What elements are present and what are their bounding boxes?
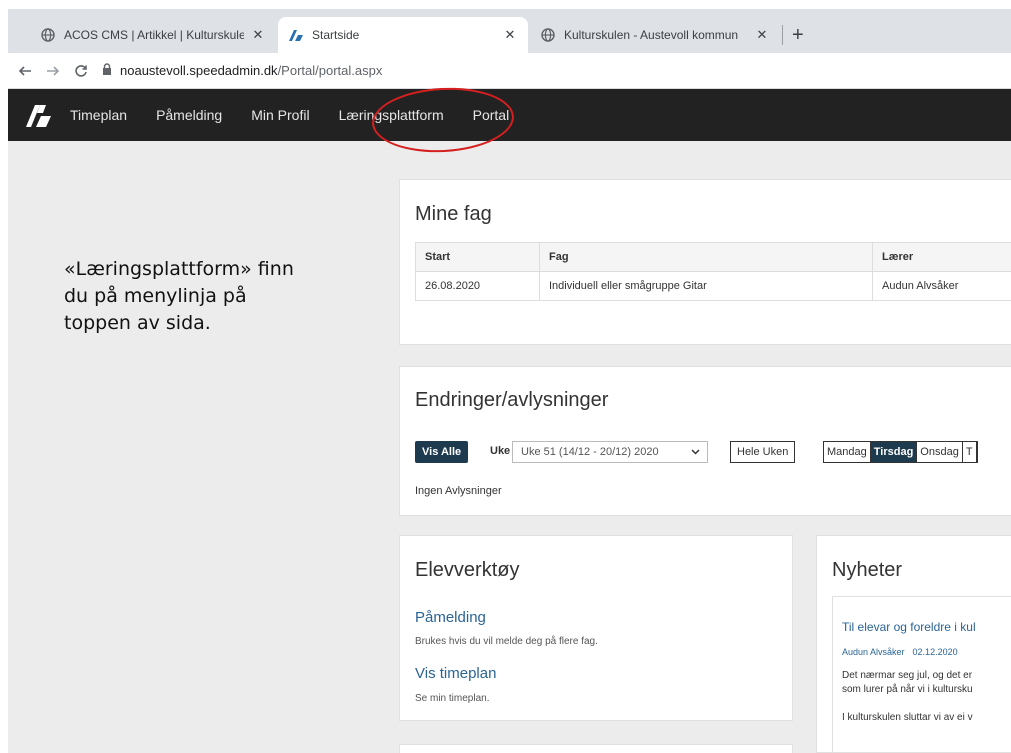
callout-line: «Læringsplattform» finn <box>64 258 294 280</box>
mine-fag-card: Mine fag Start Fag Lærer 26.08.2020 Indi… <box>399 179 1011 345</box>
back-arrow-icon[interactable] <box>14 60 36 82</box>
news-item: Til elevar og foreldre i kul Audun Alvså… <box>832 596 1011 753</box>
vis-alle-button[interactable]: Vis Alle <box>415 441 469 463</box>
partial-card <box>399 744 793 753</box>
tab-title: Startside <box>312 28 360 42</box>
vis-timeplan-description: Se min timeplan. <box>415 693 490 704</box>
chevron-down-icon <box>691 442 700 470</box>
close-icon[interactable]: ✕ <box>250 27 266 43</box>
address-path: /Portal/portal.aspx <box>277 63 383 78</box>
table-row[interactable]: 26.08.2020 Individuell eller smågruppe G… <box>415 271 1011 301</box>
endringer-card: Endringer/avlysninger Vis Alle Uke Uke 5… <box>399 366 1011 516</box>
nav-item-pamelding[interactable]: Påmelding <box>156 107 222 123</box>
nyheter-card: Nyheter Til elevar og foreldre i kul Aud… <box>816 535 1011 753</box>
pamelding-link[interactable]: Påmelding <box>415 609 486 626</box>
speedadmin-logo-icon[interactable] <box>24 101 52 129</box>
callout-line: toppen av sida. <box>64 312 211 334</box>
pamelding-description: Brukes hvis du vil melde deg på flere fa… <box>415 636 598 647</box>
week-select-value: Uke 51 (14/12 - 20/12) 2020 <box>521 446 659 458</box>
news-date: 02.12.2020 <box>912 647 958 657</box>
forward-arrow-icon[interactable] <box>42 60 64 82</box>
globe-icon <box>540 27 556 43</box>
column-header: Fag <box>539 242 873 272</box>
instruction-callout: «Læringsplattform» finn du på menylinja … <box>64 256 364 337</box>
column-header: Lærer <box>872 242 1011 272</box>
table-cell: Audun Alvsåker <box>872 271 1011 301</box>
news-text-line: Det nærmar seg jul, og det er <box>842 670 973 681</box>
address-bar[interactable]: noaustevoll.speedadmin.dk/Portal/portal.… <box>102 63 382 78</box>
card-title: Mine fag <box>415 203 492 225</box>
browser-tab-strip: ACOS CMS | Artikkel | Kulturskule ✕ Star… <box>8 9 1011 53</box>
browser-tab-startside[interactable]: Startside ✕ <box>278 17 528 53</box>
news-text-line: I kulturskulen sluttar vi av ei v <box>842 712 973 723</box>
card-title: Nyheter <box>832 559 903 581</box>
day-tab-tirsdag[interactable]: Tirsdag <box>870 442 918 462</box>
table-cell: 26.08.2020 <box>415 271 540 301</box>
new-tab-button[interactable]: + <box>792 25 804 45</box>
screenshot-frame: ACOS CMS | Artikkel | Kulturskule ✕ Star… <box>8 9 1011 753</box>
fag-table: Start Fag Lærer 26.08.2020 Individuell e… <box>415 242 1011 301</box>
tab-separator <box>782 25 783 45</box>
browser-tab-kulturskulen[interactable]: Kulturskulen - Austevoll kommun ✕ <box>530 17 780 53</box>
news-text-line: som lurer på når vi i kultursku <box>842 684 973 695</box>
empty-state-text: Ingen Avlysninger <box>415 485 502 497</box>
day-tab-onsdag[interactable]: Onsdag <box>917 442 963 462</box>
day-tab-mandag[interactable]: Mandag <box>824 442 871 462</box>
day-tabs: Mandag Tirsdag Onsdag T <box>823 441 978 463</box>
news-title-link[interactable]: Til elevar og foreldre i kul <box>842 620 1011 634</box>
vis-timeplan-link[interactable]: Vis timeplan <box>415 665 496 682</box>
reload-icon[interactable] <box>70 60 92 82</box>
address-host: noaustevoll.speedadmin.dk <box>120 63 278 78</box>
speedadmin-logo-icon <box>288 27 304 43</box>
browser-toolbar: noaustevoll.speedadmin.dk/Portal/portal.… <box>8 53 1011 89</box>
nav-item-timeplan[interactable]: Timeplan <box>70 107 127 123</box>
close-icon[interactable]: ✕ <box>754 27 770 43</box>
uke-label: Uke <box>490 445 511 457</box>
week-select[interactable]: Uke 51 (14/12 - 20/12) 2020 <box>512 441 708 463</box>
column-header: Start <box>415 242 540 272</box>
table-cell: Individuell eller smågruppe Gitar <box>539 271 873 301</box>
nav-item-min-profil[interactable]: Min Profil <box>251 107 309 123</box>
browser-tab-acos[interactable]: ACOS CMS | Artikkel | Kulturskule ✕ <box>30 17 276 53</box>
hele-uken-button[interactable]: Hele Uken <box>730 441 796 463</box>
table-header-row: Start Fag Lærer <box>415 242 1011 272</box>
elevverktoy-card: Elevverktøy Påmelding Brukes hvis du vil… <box>399 535 793 721</box>
card-title: Endringer/avlysninger <box>415 389 609 411</box>
globe-icon <box>40 27 56 43</box>
day-tab-torsdag[interactable]: T <box>963 442 977 462</box>
card-title: Elevverktøy <box>415 559 520 581</box>
news-author[interactable]: Audun Alvsåker <box>842 647 905 657</box>
tab-title: Kulturskulen - Austevoll kommun <box>564 28 739 42</box>
news-meta: Audun Alvsåker 02.12.2020 <box>842 647 958 657</box>
tab-title: ACOS CMS | Artikkel | Kulturskule <box>64 28 244 42</box>
close-icon[interactable]: ✕ <box>502 27 518 43</box>
callout-line: du på menylinja på <box>64 285 247 307</box>
lock-icon <box>102 63 112 78</box>
